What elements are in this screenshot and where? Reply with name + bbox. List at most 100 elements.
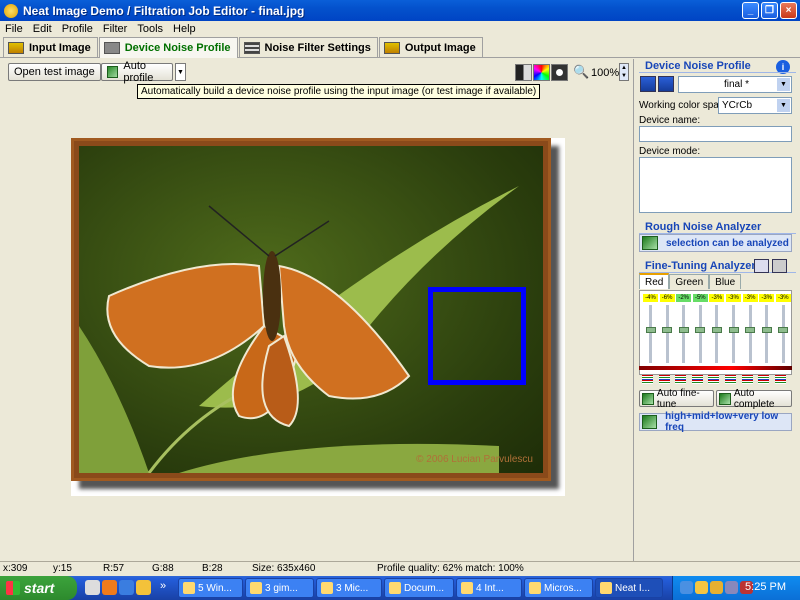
taskbar-item-label: 5 Win... — [198, 582, 232, 594]
color-space-select[interactable]: YCrCb ▼ — [718, 97, 792, 114]
clock: 5:25 PM — [745, 581, 786, 593]
taskbar-item[interactable]: Micros... — [524, 578, 593, 598]
open-test-image-button[interactable]: Open test image — [8, 63, 101, 81]
gear-icon[interactable] — [551, 64, 568, 81]
tray-sun-icon[interactable] — [710, 581, 723, 594]
tab-output-image[interactable]: Output Image — [378, 37, 483, 57]
slider-track[interactable] — [682, 305, 686, 363]
button-label: Auto profile — [123, 60, 154, 84]
tray-volume-icon[interactable] — [725, 581, 738, 594]
auto-profile-button[interactable]: Auto profile — [101, 60, 173, 84]
minimize-button[interactable]: _ — [742, 2, 759, 19]
taskbar-item[interactable]: 3 gim... — [245, 578, 314, 598]
neat-image-quicklaunch-icon[interactable] — [136, 580, 151, 595]
tab-input-image[interactable]: Input Image — [3, 37, 98, 57]
slider-track[interactable] — [781, 305, 785, 363]
tab-device-noise-profile[interactable]: Device Noise Profile — [98, 37, 238, 58]
adjustment-percent: -6% — [659, 294, 675, 302]
slider-track[interactable] — [665, 305, 669, 363]
profile-quality: Profile quality: 62% match: 100% — [377, 563, 524, 574]
taskbar-item[interactable]: 5 Win... — [178, 578, 243, 598]
chevron-down-icon[interactable]: ▼ — [777, 99, 790, 112]
channel-tabs: Red Green Blue — [639, 273, 742, 290]
zoom-down-arrow[interactable]: ▼ — [621, 73, 627, 79]
menu-file[interactable]: File — [0, 23, 28, 35]
profile-select[interactable]: final * ▼ — [678, 76, 792, 93]
slider-thumb[interactable] — [745, 327, 756, 333]
slider-thumb[interactable] — [645, 327, 656, 333]
start-button[interactable]: start — [0, 576, 77, 600]
menu-help[interactable]: Help — [168, 23, 201, 35]
device-name-field[interactable] — [639, 126, 792, 142]
zoom-level: 100% — [591, 67, 620, 79]
zoom-icon[interactable]: 🔍 — [573, 64, 589, 80]
neat-image-app-icon[interactable] — [4, 3, 18, 18]
input-photo[interactable]: © 2006 Lucian Parvulescu — [79, 146, 543, 473]
trash-icon[interactable] — [772, 259, 787, 273]
taskbar-item[interactable]: 3 Mic... — [316, 578, 382, 598]
zoom-up-arrow[interactable]: ▲ — [621, 65, 627, 71]
slider-thumb[interactable] — [778, 327, 789, 333]
tab-blue[interactable]: Blue — [709, 274, 742, 289]
zoom-spinner[interactable]: ▲ ▼ — [619, 63, 629, 81]
open-profile-icon[interactable] — [658, 76, 674, 92]
slider-track[interactable] — [732, 305, 735, 363]
frequency-status[interactable]: high+mid+low+very low freq — [639, 411, 792, 433]
tab-green[interactable]: Green — [669, 274, 710, 289]
pencil-icon — [107, 66, 119, 78]
taskbar-item[interactable]: Docum... — [384, 578, 454, 598]
auto-fine-tune-button[interactable]: Auto fine-tune — [639, 388, 714, 410]
save-profile-icon[interactable] — [640, 76, 656, 92]
device-name-label: Device name: — [639, 115, 701, 126]
slider-track[interactable] — [649, 305, 652, 363]
slider-thumb[interactable] — [695, 327, 706, 333]
device-noise-profile-title: Device Noise Profile — [645, 60, 751, 72]
word-icon — [389, 582, 401, 594]
show-desktop-icon[interactable] — [85, 580, 100, 595]
image-size: Size: 635x460 — [252, 563, 316, 574]
slider-track[interactable] — [765, 305, 769, 363]
frequency-bar — [691, 375, 703, 384]
close-button[interactable]: × — [780, 2, 797, 19]
maximize-button[interactable]: ❐ — [761, 2, 778, 19]
auto-profile-dropdown[interactable]: ▼ — [175, 63, 186, 81]
slider-track[interactable] — [698, 305, 702, 363]
taskbar-item[interactable]: 4 Int... — [456, 578, 522, 598]
slider-track[interactable] — [715, 305, 719, 363]
taskbar-item[interactable]: Neat I... — [595, 578, 663, 598]
slider-thumb[interactable] — [711, 327, 722, 333]
slider-thumb[interactable] — [728, 327, 739, 333]
rough-noise-analyzer-title: Rough Noise Analyzer — [645, 221, 762, 233]
noise-sample-selection[interactable] — [428, 287, 526, 385]
menu-edit[interactable]: Edit — [28, 23, 57, 35]
tab-red[interactable]: Red — [639, 273, 670, 289]
firefox-icon[interactable] — [102, 580, 117, 595]
slider-thumb[interactable] — [678, 327, 689, 333]
quicklaunch-more[interactable]: » — [160, 580, 166, 592]
taskbar-item-label: 3 Mic... — [336, 582, 369, 594]
tab-label: Input Image — [29, 41, 91, 54]
office-icon — [321, 582, 333, 594]
slider-track[interactable] — [748, 305, 752, 363]
tray-app-icon[interactable] — [695, 581, 708, 594]
slider-thumb[interactable] — [662, 327, 673, 333]
rough-noise-status[interactable]: selection can be analyzed — [639, 234, 792, 252]
slider-thumb[interactable] — [761, 327, 772, 333]
adjustment-percent: -3% — [759, 294, 775, 302]
device-mode-field[interactable] — [639, 157, 792, 213]
camera-icon — [103, 42, 120, 54]
tray-network-icon[interactable] — [680, 581, 693, 594]
ie-quicklaunch-icon[interactable] — [119, 580, 134, 595]
menu-profile[interactable]: Profile — [57, 23, 98, 35]
chevron-down-icon[interactable]: ▼ — [777, 78, 790, 91]
undo-icon[interactable] — [754, 259, 769, 273]
ie-icon — [461, 582, 473, 594]
color-channels-icon[interactable] — [533, 64, 550, 81]
view-mode-icon[interactable] — [515, 64, 532, 81]
pencil-icon — [642, 236, 658, 250]
menu-tools[interactable]: Tools — [132, 23, 168, 35]
auto-complete-button[interactable]: Auto complete — [716, 388, 792, 410]
menu-filter[interactable]: Filter — [98, 23, 132, 35]
image-canvas[interactable]: © 2006 Lucian Parvulescu — [71, 138, 565, 496]
tab-noise-filter-settings[interactable]: Noise Filter Settings — [238, 37, 378, 57]
